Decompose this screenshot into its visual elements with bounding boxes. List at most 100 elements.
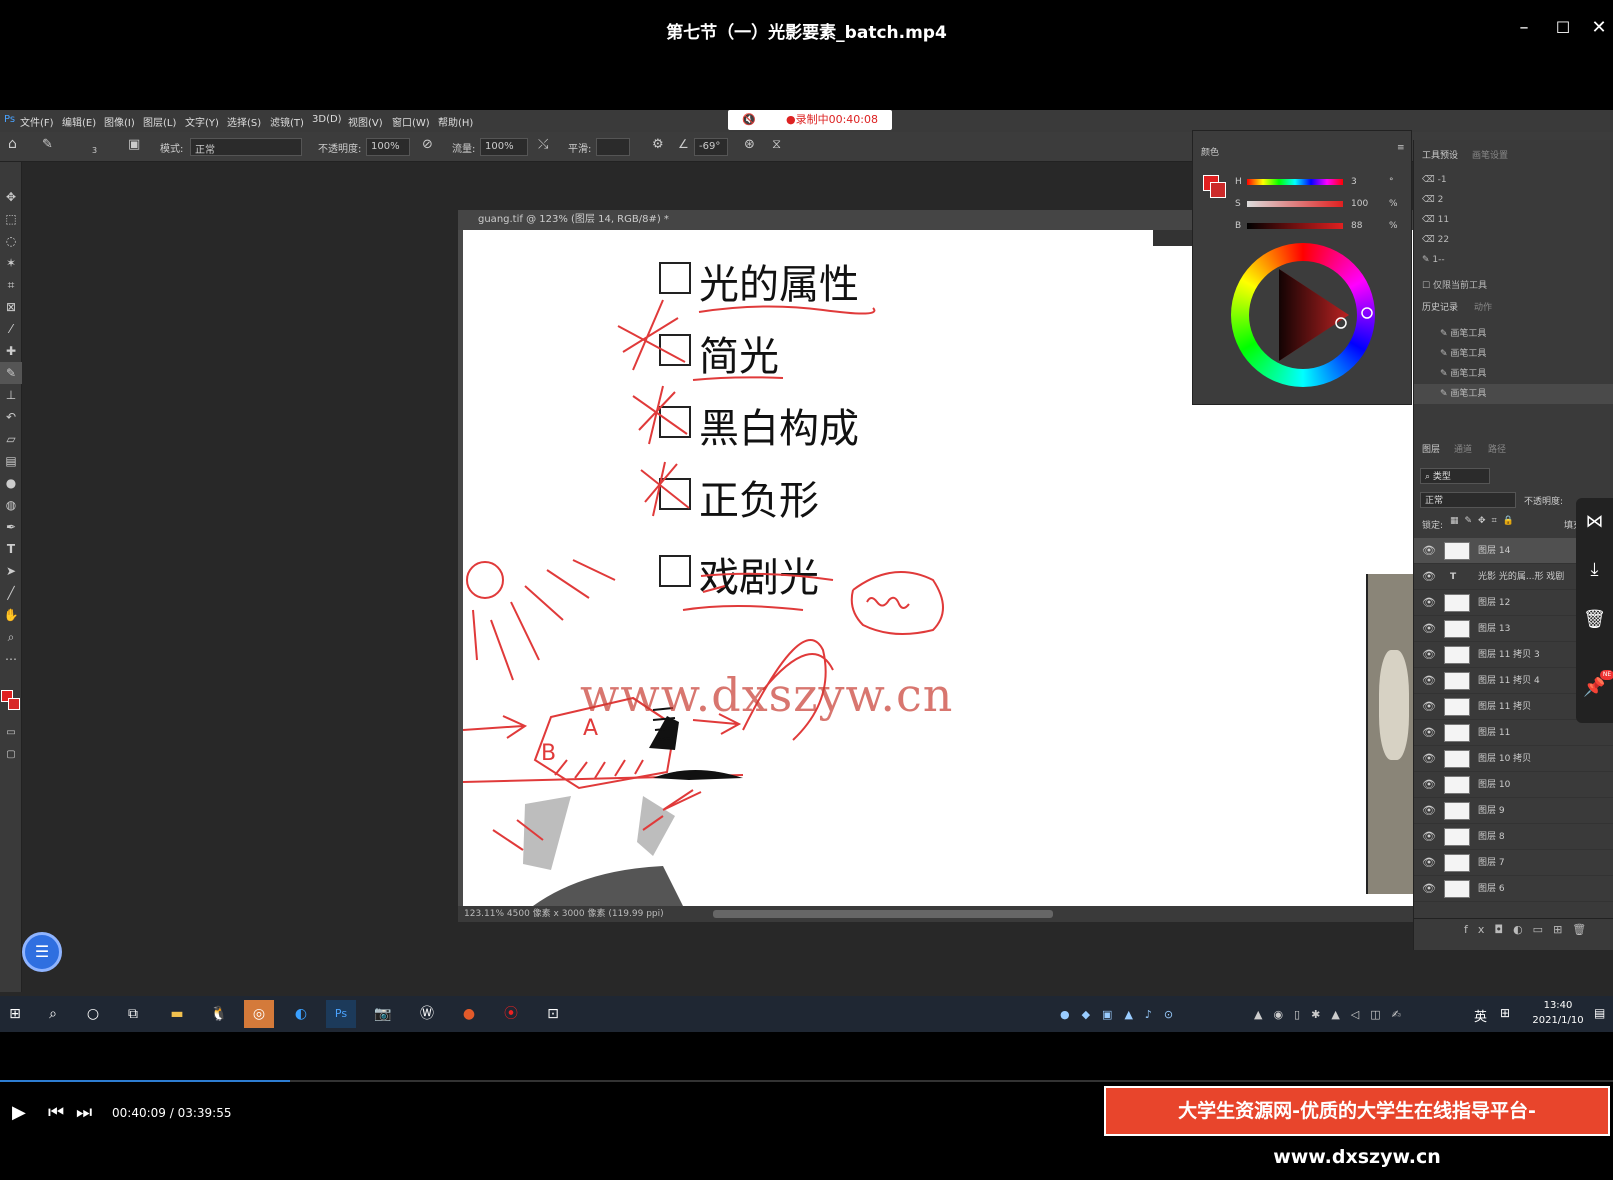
current-tool-only-checkbox[interactable]: ☐ 仅限当前工具 [1414,276,1613,296]
preset-row[interactable]: ⌫ -1 [1414,170,1613,190]
taskbar-date[interactable]: 2021/1/10 [1524,1015,1592,1026]
history-state[interactable]: ✎ 画笔工具 [1414,364,1613,384]
site-banner[interactable]: 大学生资源网-优质的大学生在线指导平台-www.dxszyw.cn [1104,1086,1610,1168]
qq-icon[interactable]: 🐧 [204,1000,234,1028]
start-icon[interactable]: ⊞ [0,1000,30,1028]
eye-icon[interactable]: 👁 [1422,824,1436,850]
screenshot-icon[interactable]: ⊡ [538,1000,568,1028]
eye-icon[interactable]: 👁 [1422,720,1436,746]
paths-tab[interactable]: 路径 [1488,442,1506,455]
symmetry-icon[interactable]: ⧖ [772,137,781,152]
color-wheel[interactable] [1231,243,1375,387]
download-icon[interactable]: ⤓ [1576,550,1613,590]
app-w-icon[interactable]: Ⓦ [412,1000,442,1028]
lasso-tool-icon[interactable]: ◌ [0,230,22,252]
menu-filter[interactable]: 滤镜(T) [270,114,304,129]
menu-file[interactable]: 文件(F) [20,114,54,129]
smoothing-input[interactable] [596,138,630,156]
tray-icons[interactable]: ●◆▣▲♪⊙ [1060,1008,1185,1021]
menu-select[interactable]: 选择(S) [227,114,261,129]
saturation-value[interactable]: 100 [1351,199,1368,209]
preset-row[interactable]: ⌫ 22 [1414,230,1613,250]
history-state[interactable]: ✎ 画笔工具 [1414,344,1613,364]
eraser-tool-icon[interactable]: ▱ [0,428,22,450]
move-tool-icon[interactable]: ✥ [0,186,22,208]
next-icon[interactable]: ⏭ [76,1102,92,1123]
powerpoint-icon[interactable]: ● [454,1000,484,1028]
hand-tool-icon[interactable]: ✋ [0,604,22,626]
eye-icon[interactable]: 👁 [1422,798,1436,824]
airbrush-icon[interactable]: ⤯ [538,137,548,152]
preset-row[interactable]: ✎ 1-- [1414,250,1613,270]
layer-row[interactable]: 👁 图层 7 [1414,850,1613,876]
brightness-value[interactable]: 88 [1351,221,1362,231]
pen-tool-icon[interactable]: ✒ [0,516,22,538]
menu-layer[interactable]: 图层(L) [143,114,176,129]
menu-window[interactable]: 窗口(W) [392,114,430,129]
eye-icon[interactable]: 👁 [1422,668,1436,694]
eye-icon[interactable]: 👁 [1422,538,1436,564]
file-explorer-icon[interactable]: ▬ [162,1000,192,1028]
angle-input[interactable]: -69° [694,138,728,156]
gradient-tool-icon[interactable]: ▤ [0,450,22,472]
pressure-opacity-icon[interactable]: ⊘ [422,137,433,152]
recorder-icon[interactable]: ⦿ [496,1000,526,1028]
home-icon[interactable]: ⌂ [8,136,17,152]
brush-settings-tab[interactable]: 画笔设置 [1472,148,1508,161]
background-color-swatch[interactable] [8,698,20,710]
dodge-tool-icon[interactable]: ◍ [0,494,22,516]
brush-tool-icon[interactable]: ✎ [42,137,53,152]
menu-type[interactable]: 文字(Y) [185,114,219,129]
eye-icon[interactable]: 👁 [1422,850,1436,876]
history-state[interactable]: ✎ 画笔工具 [1414,324,1613,344]
lock-icons[interactable]: ▦✎✥⌗🔒 [1450,516,1520,526]
layer-row[interactable]: 👁 图层 10 拷贝 [1414,746,1613,772]
layer-row[interactable]: 👁 图层 9 [1414,798,1613,824]
healing-tool-icon[interactable]: ✚ [0,340,22,362]
delete-icon[interactable]: 🗑 [1576,600,1613,640]
ime-mode-icon[interactable]: ⊞ [1500,1006,1510,1020]
history-brush-tool-icon[interactable]: ↶ [0,406,22,428]
menu-3d[interactable]: 3D(D) [312,114,342,125]
mode-select[interactable]: 正常 [190,138,302,156]
hue-value[interactable]: 3 [1351,177,1357,187]
blend-mode-select[interactable]: 正常 [1420,492,1516,508]
eye-icon[interactable]: 👁 [1422,616,1436,642]
eye-icon[interactable]: 👁 [1422,590,1436,616]
task-view-icon[interactable]: ⧉ [118,1000,148,1028]
marquee-tool-icon[interactable]: ⬚ [0,208,22,230]
line-tool-icon[interactable]: ╱ [0,582,22,604]
history-tab[interactable]: 历史记录 [1422,300,1458,313]
blur-tool-icon[interactable]: ● [0,472,22,494]
magic-wand-tool-icon[interactable]: ✶ [0,252,22,274]
menu-image[interactable]: 图像(I) [104,114,135,129]
hue-slider[interactable] [1247,179,1343,185]
history-state-current[interactable]: ✎ 画笔工具 [1414,384,1613,404]
maximize-button[interactable]: ☐ [1548,14,1578,42]
screen-mode-icon[interactable]: ▢ [0,744,22,766]
preset-row[interactable]: ⌫ 2 [1414,190,1613,210]
crop-tool-icon[interactable]: ⌗ [0,274,22,296]
frame-tool-icon[interactable]: ⊠ [0,296,22,318]
eye-icon[interactable]: 👁 [1422,746,1436,772]
chat-bubble-icon[interactable]: ☰ [22,932,62,972]
layers-tab[interactable]: 图层 [1422,442,1440,455]
layer-filter-select[interactable]: ⌕ 类型 [1420,468,1490,484]
search-icon[interactable]: ⌕ [38,1000,68,1028]
share-icon[interactable]: ⋈ [1576,502,1613,542]
actions-tab[interactable]: 动作 [1474,300,1492,313]
eye-icon[interactable]: 👁 [1422,694,1436,720]
browser-icon[interactable]: ◐ [286,1000,316,1028]
play-icon[interactable]: ▶ [12,1102,26,1123]
quick-mask-icon[interactable]: ▭ [0,722,22,744]
photoshop-taskbar-icon[interactable]: Ps [326,1000,356,1028]
eye-icon[interactable]: 👁 [1422,876,1436,902]
horizontal-scrollbar[interactable] [713,910,1053,918]
eye-icon[interactable]: 👁 [1422,564,1436,590]
eye-icon[interactable]: 👁 [1422,642,1436,668]
layer-row[interactable]: 👁 图层 8 [1414,824,1613,850]
brush-panel-icon[interactable]: ▣ [128,137,140,152]
chrome-icon[interactable]: ◎ [244,1000,274,1028]
layer-row[interactable]: 👁 图层 6 [1414,876,1613,902]
brightness-slider[interactable] [1247,223,1343,229]
